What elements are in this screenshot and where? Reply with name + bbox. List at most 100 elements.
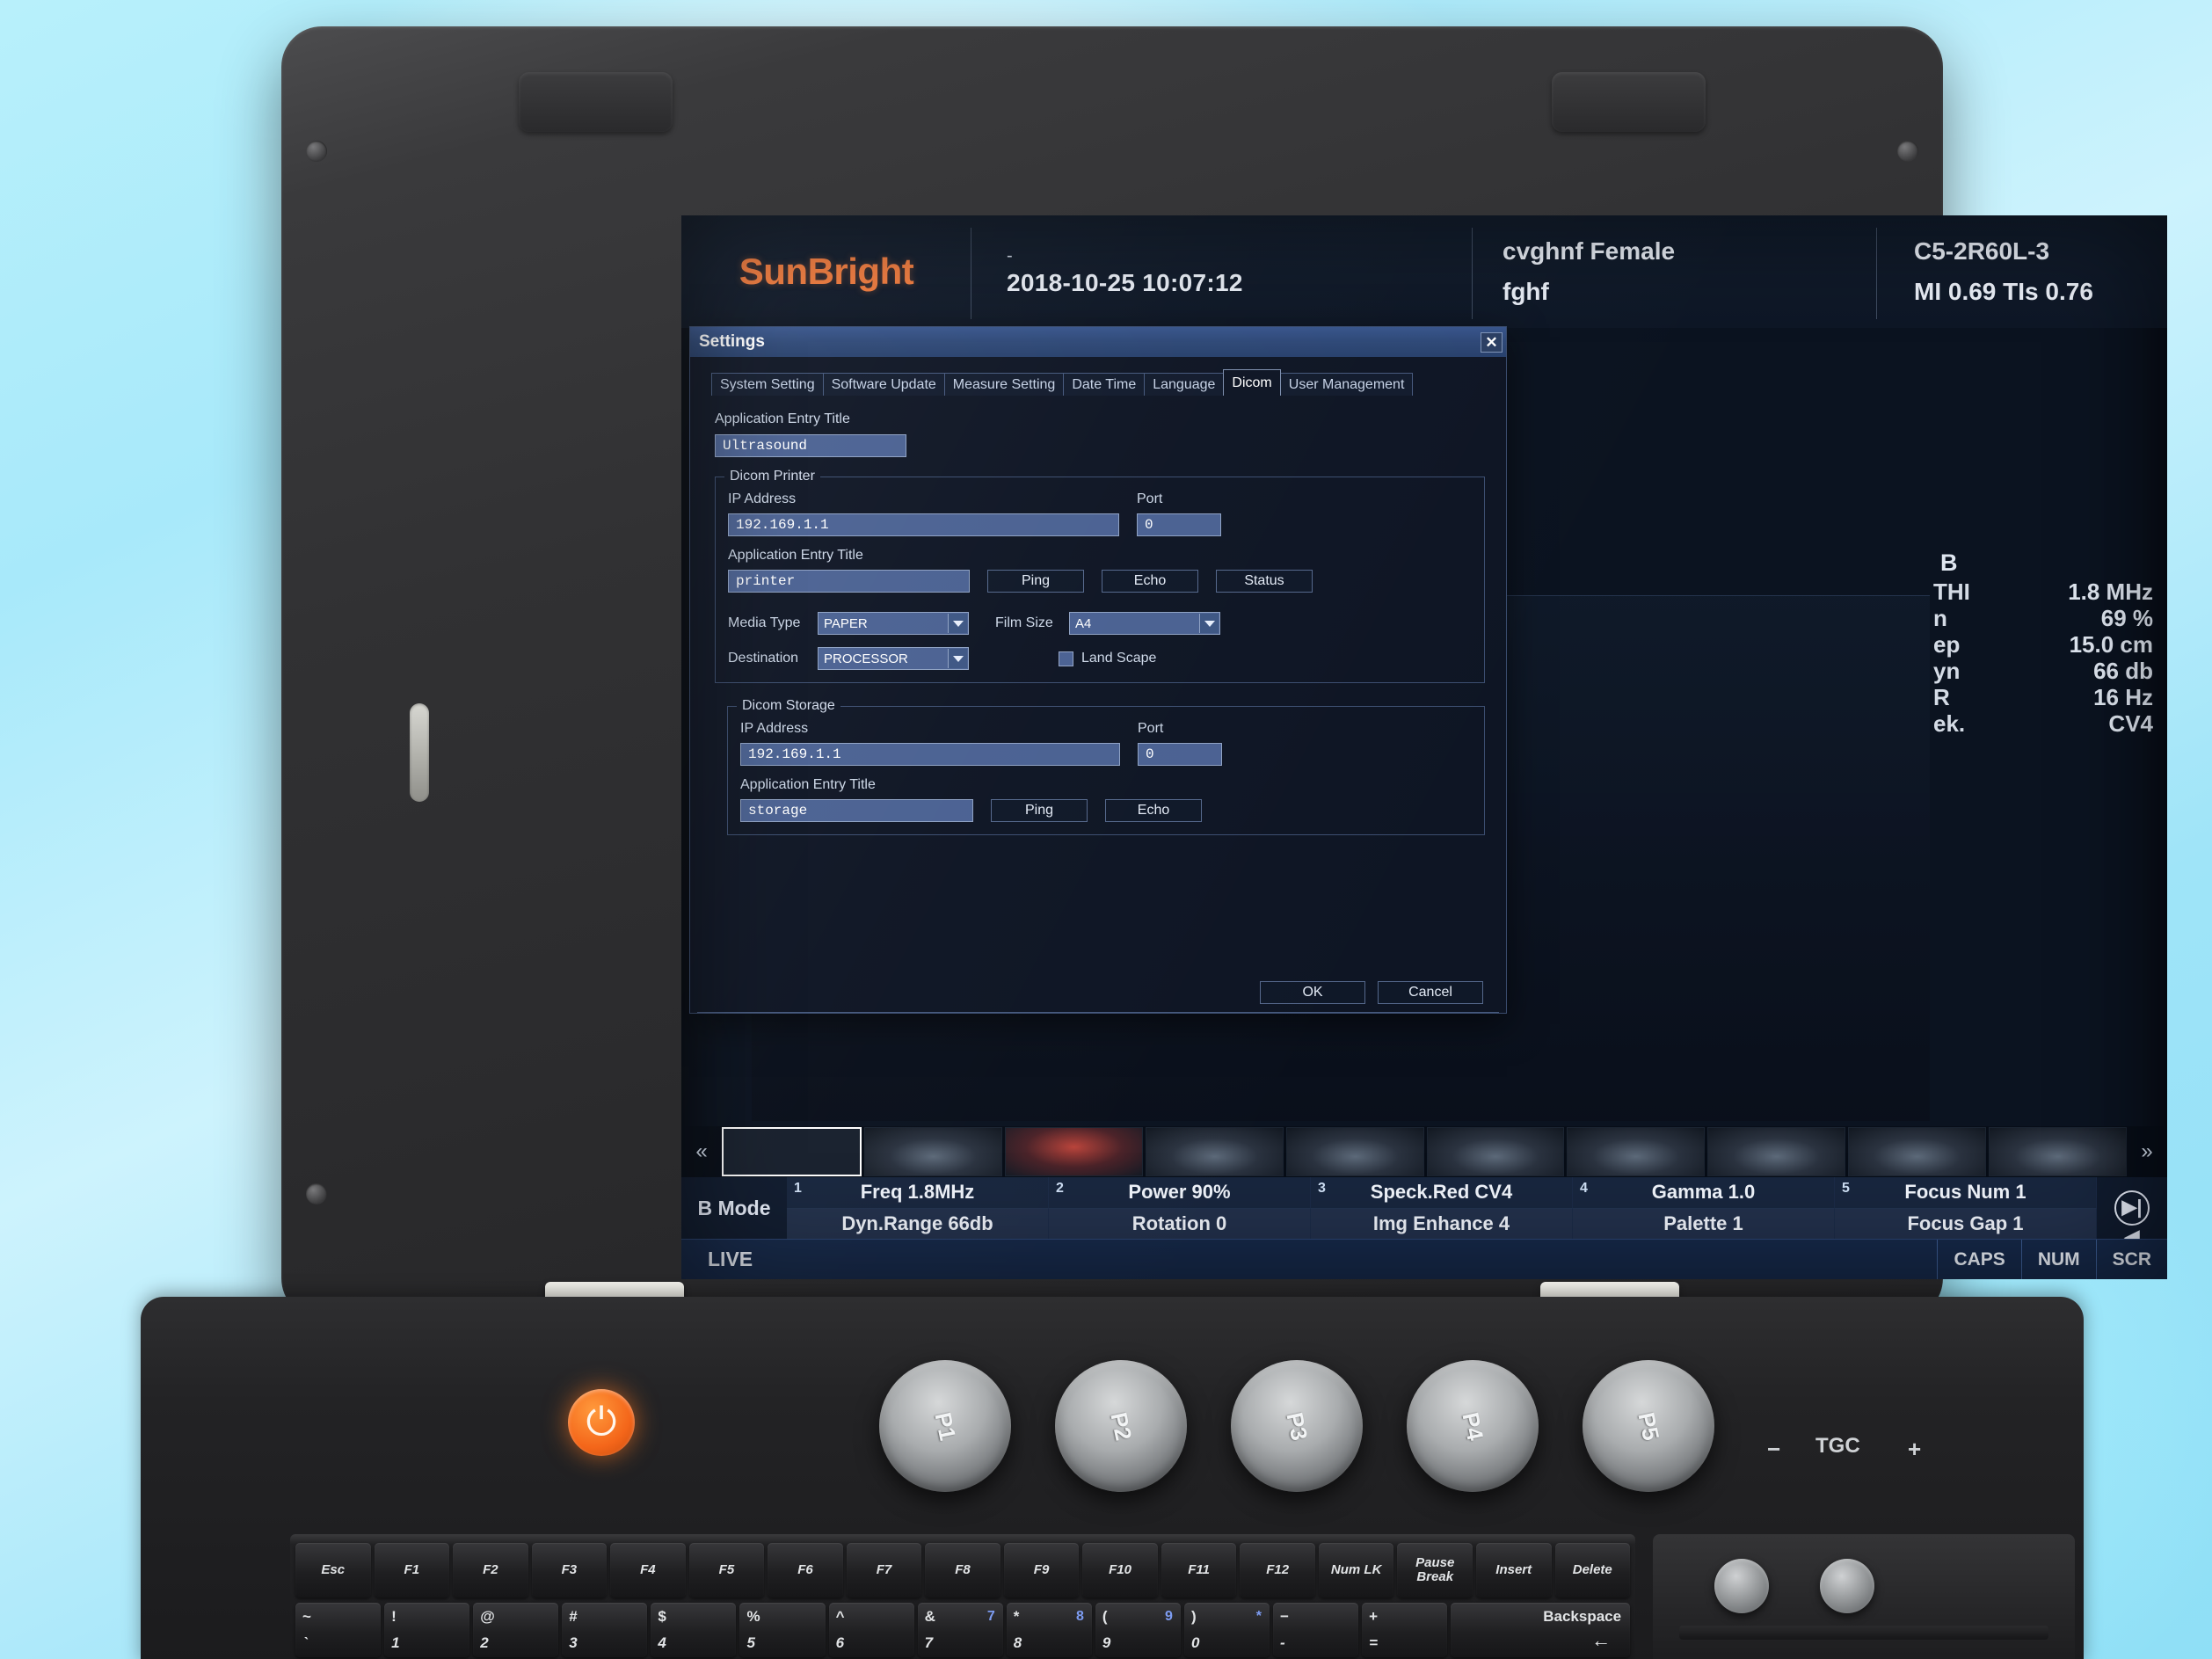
cancel-button[interactable]: Cancel	[1378, 981, 1483, 1004]
key-f8[interactable]: F8	[925, 1543, 1000, 1597]
numpad-knob-right[interactable]	[1820, 1559, 1874, 1613]
knob-p5[interactable]: P5	[1583, 1360, 1714, 1492]
key-f12[interactable]: F12	[1240, 1543, 1315, 1597]
key-1[interactable]: ! 1	[384, 1603, 470, 1657]
thumbnail-item[interactable]	[1707, 1127, 1846, 1176]
printer-ip-input[interactable]: 192.169.1.1	[728, 513, 1119, 536]
numpad-knob-left[interactable]	[1714, 1559, 1769, 1613]
knob-p3[interactable]: P3	[1231, 1360, 1363, 1492]
key-pause-break[interactable]: Pause Break	[1397, 1543, 1473, 1597]
key-9[interactable]: (9 9	[1095, 1603, 1181, 1657]
thumbnail-item[interactable]	[1848, 1127, 1987, 1176]
key-backspace[interactable]: Backspace ←	[1451, 1603, 1631, 1657]
control-cell-top[interactable]: 3 Speck.Red CV4	[1311, 1177, 1573, 1209]
key-5[interactable]: % 5	[739, 1603, 826, 1657]
key-f10[interactable]: F10	[1082, 1543, 1158, 1597]
printer-port-input[interactable]: 0	[1137, 513, 1221, 536]
settings-dialog: Settings ✕ System Setting Software Updat…	[689, 326, 1507, 1014]
key-f3[interactable]: F3	[531, 1543, 608, 1597]
chevron-down-icon[interactable]	[1199, 614, 1219, 633]
key-minus[interactable]: − -	[1273, 1603, 1359, 1657]
knob-p1[interactable]: P1	[879, 1360, 1011, 1492]
knob-p4[interactable]: P4	[1407, 1360, 1539, 1492]
printer-ping-button[interactable]: Ping	[987, 570, 1084, 593]
thumbnail-item[interactable]	[1004, 1127, 1143, 1176]
dialog-titlebar[interactable]: Settings ✕	[690, 327, 1506, 357]
ok-button[interactable]: OK	[1260, 981, 1365, 1004]
storage-echo-button[interactable]: Echo	[1105, 799, 1202, 822]
key-3[interactable]: #3	[562, 1603, 648, 1657]
film-size-select[interactable]: A4	[1069, 612, 1220, 635]
control-cell-top[interactable]: 1 Freq 1.8MHz	[787, 1177, 1049, 1209]
storage-ip-input[interactable]: 192.169.1.1	[740, 743, 1120, 766]
control-cell-bottom[interactable]: Rotation 0	[1049, 1208, 1311, 1239]
knob-label: P4	[1457, 1409, 1489, 1443]
key-f5[interactable]: F5	[688, 1543, 765, 1597]
tab-user-management[interactable]: User Management	[1279, 373, 1414, 396]
thumbnail-item[interactable]	[1145, 1127, 1284, 1176]
tab-measure-setting[interactable]: Measure Setting	[943, 373, 1065, 396]
key-esc[interactable]: Esc	[295, 1543, 371, 1597]
storage-port-input[interactable]: 0	[1138, 743, 1222, 766]
control-cell-bottom[interactable]: Img Enhance 4	[1311, 1208, 1573, 1239]
key-7[interactable]: & 7 7	[917, 1603, 1003, 1657]
tab-date-time[interactable]: Date Time	[1063, 373, 1146, 396]
param-key: THI	[1933, 578, 1970, 605]
key-f9[interactable]: F9	[1003, 1543, 1080, 1597]
key-f7[interactable]: F7	[846, 1543, 922, 1597]
printer-echo-button[interactable]: Echo	[1102, 570, 1198, 593]
page-toggle-icon[interactable]: ▶|◀	[2114, 1190, 2150, 1248]
key-equal[interactable]: + =	[1362, 1603, 1448, 1657]
key-8[interactable]: * 8 8	[1006, 1603, 1092, 1657]
key-f6[interactable]: F6	[768, 1543, 843, 1597]
thumbnail-item[interactable]	[1567, 1127, 1706, 1176]
tab-language[interactable]: Language	[1144, 373, 1225, 396]
key-4[interactable]: $4	[651, 1603, 737, 1657]
storage-ping-button[interactable]: Ping	[991, 799, 1088, 822]
landscape-checkbox-row[interactable]: Land Scape	[1059, 651, 1156, 666]
printer-status-button[interactable]: Status	[1216, 570, 1313, 593]
thumbnail-item[interactable]	[1989, 1127, 2127, 1176]
key-numlk[interactable]: Num LK	[1318, 1543, 1394, 1597]
key-f11[interactable]: F11	[1161, 1543, 1237, 1597]
key-insert[interactable]: Insert	[1475, 1543, 1552, 1597]
control-cell-bottom[interactable]: Palette 1	[1573, 1208, 1835, 1239]
key-shift-label: −	[1280, 1608, 1289, 1625]
lid-latch-left	[410, 703, 429, 802]
tab-software-update[interactable]: Software Update	[822, 373, 945, 396]
thumbnail-item[interactable]	[1285, 1127, 1424, 1176]
landscape-checkbox[interactable]	[1059, 651, 1073, 666]
power-button[interactable]: ⏻	[568, 1389, 635, 1456]
key-backtick[interactable]: ~ `	[295, 1603, 382, 1657]
control-cell-top[interactable]: 2 Power 90%	[1049, 1177, 1311, 1209]
key-f4[interactable]: F4	[610, 1543, 686, 1597]
thumbnail-item[interactable]	[722, 1127, 862, 1176]
control-cell-top[interactable]: 5 Focus Num 1	[1835, 1177, 2097, 1209]
close-icon[interactable]: ✕	[1481, 331, 1503, 353]
tab-dicom[interactable]: Dicom	[1223, 369, 1281, 396]
knob-p2[interactable]: P2	[1055, 1360, 1187, 1492]
media-type-select[interactable]: PAPER	[818, 612, 969, 635]
chevron-down-icon[interactable]	[948, 649, 967, 668]
thumbnail-next-icon[interactable]: »	[2127, 1139, 2167, 1164]
thumbnail-prev-icon[interactable]: «	[681, 1139, 722, 1164]
control-cell-bottom[interactable]: Focus Gap 1	[1835, 1208, 2097, 1239]
thumbnail-item[interactable]	[863, 1127, 1002, 1176]
storage-aet-input[interactable]: storage	[740, 799, 973, 822]
app-entry-title-input[interactable]: Ultrasound	[715, 434, 906, 457]
key-0[interactable]: ) * 0	[1183, 1603, 1270, 1657]
printer-aet-input[interactable]: printer	[728, 570, 970, 593]
destination-select[interactable]: PROCESSOR	[818, 647, 969, 670]
key-6[interactable]: ^ 6	[828, 1603, 914, 1657]
chevron-down-icon[interactable]	[948, 614, 967, 633]
key-2[interactable]: @2	[473, 1603, 559, 1657]
tab-system-setting[interactable]: System Setting	[711, 373, 824, 396]
thumbnail-item[interactable]	[1426, 1127, 1565, 1176]
control-cell-top[interactable]: 4 Gamma 1.0	[1573, 1177, 1835, 1209]
key-delete[interactable]: Delete	[1554, 1543, 1631, 1597]
control-cell-bottom[interactable]: Dyn.Range 66db	[787, 1208, 1049, 1239]
key-f2[interactable]: F2	[453, 1543, 528, 1597]
key-f1[interactable]: F1	[374, 1543, 450, 1597]
key-label: F3	[561, 1561, 578, 1577]
control-endcap[interactable]: ▶|◀	[2097, 1177, 2167, 1248]
